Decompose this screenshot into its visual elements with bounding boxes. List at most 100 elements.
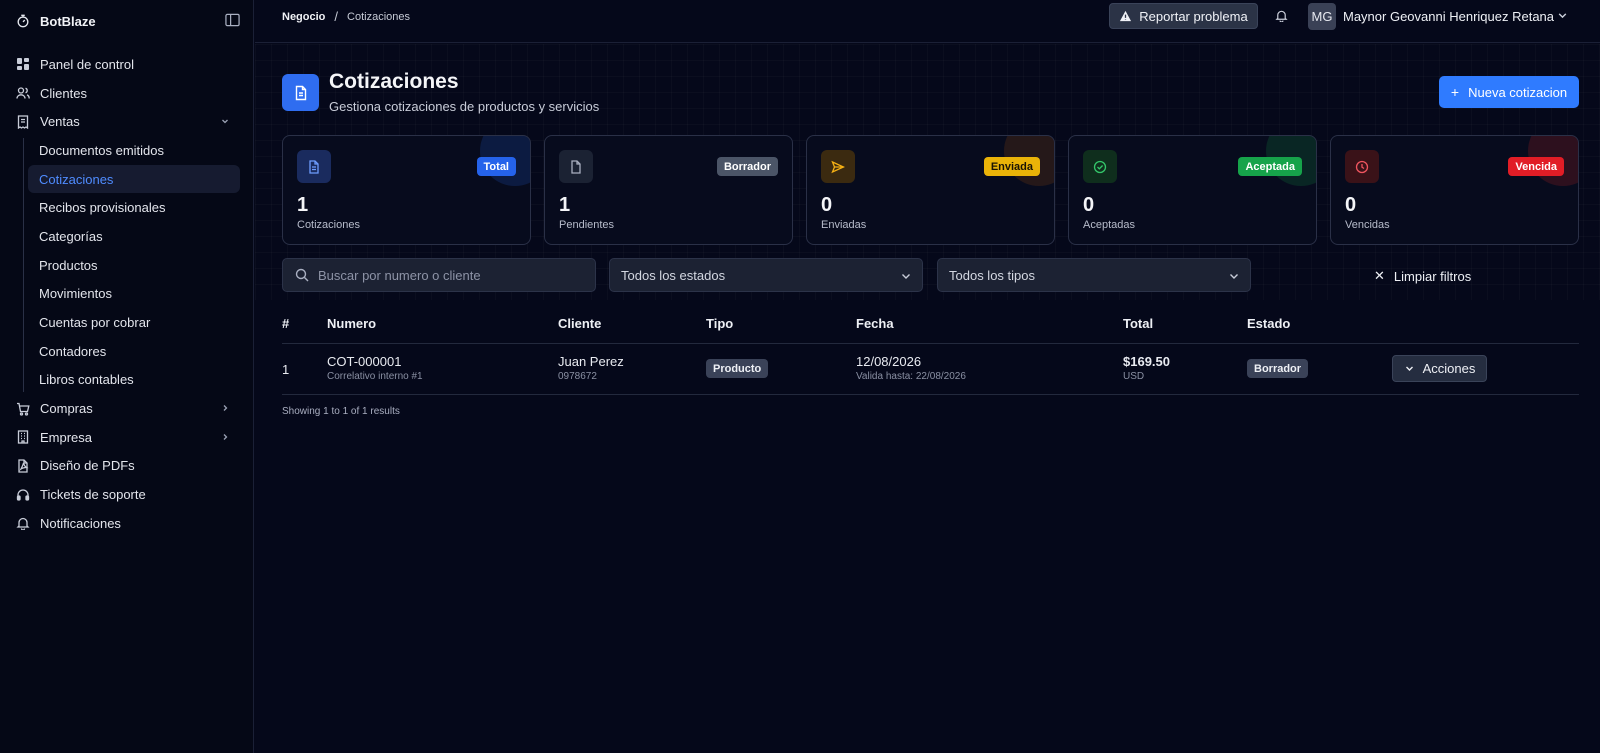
- sidebar-item-notificaciones[interactable]: Notificaciones: [0, 509, 254, 538]
- column-header-index: #: [282, 316, 290, 331]
- status-badge: Enviada: [983, 157, 1040, 176]
- sidebar-item-compras[interactable]: Compras: [0, 394, 254, 423]
- column-header-cliente[interactable]: Cliente: [558, 316, 601, 331]
- sidebar-item-ventas[interactable]: Ventas: [0, 107, 254, 136]
- sidebar-subitem-label: Documentos emitidos: [39, 142, 164, 158]
- sidebar-item-clientes[interactable]: Clientes: [0, 79, 254, 108]
- stat-value: 0: [1083, 194, 1095, 216]
- column-header-numero[interactable]: Numero: [327, 316, 376, 331]
- stat-card-borrador: Borrador 1 Pendientes: [544, 135, 793, 245]
- sidebar-subitem-productos[interactable]: Productos: [28, 251, 254, 280]
- sidebar-toggle-icon[interactable]: [225, 13, 240, 27]
- status-badge: Vencida: [1508, 157, 1564, 176]
- status-badge: Borrador: [716, 157, 778, 176]
- sidebar-subitem-cotizaciones[interactable]: Cotizaciones: [28, 164, 240, 194]
- sidebar-subitem-documentos[interactable]: Documentos emitidos: [28, 136, 254, 165]
- quote-number[interactable]: COT-000001: [327, 354, 401, 369]
- breadcrumb-item: Cotizaciones: [347, 10, 411, 23]
- warning-icon: [1120, 10, 1132, 21]
- status-select[interactable]: Todos los estados: [609, 258, 923, 292]
- sidebar-subitem-movimientos[interactable]: Movimientos: [28, 280, 254, 309]
- clock-icon: [1345, 150, 1379, 183]
- sidebar-subitem-cuentas[interactable]: Cuentas por cobrar: [28, 308, 254, 337]
- search-placeholder: Buscar por numero o cliente: [318, 267, 481, 283]
- sidebar-item-label: Clientes: [40, 85, 87, 101]
- quote-total: $169.50: [1123, 354, 1170, 369]
- sidebar-subitem-label: Cuentas por cobrar: [39, 315, 151, 331]
- column-header-total[interactable]: Total: [1123, 316, 1153, 331]
- sidebar-item-tickets[interactable]: Tickets de soporte: [0, 480, 254, 509]
- search-icon: [295, 268, 309, 282]
- stat-label: Vencidas: [1345, 219, 1390, 231]
- type-select[interactable]: Todos los tipos: [937, 258, 1251, 292]
- report-problem-label: Reportar problema: [1139, 8, 1248, 24]
- actions-button[interactable]: Acciones: [1392, 355, 1487, 382]
- users-icon: [16, 87, 30, 99]
- sidebar-subitem-recibos[interactable]: Recibos provisionales: [28, 193, 254, 222]
- sidebar-subitem-contadores[interactable]: Contadores: [28, 337, 254, 366]
- building-icon: [17, 430, 29, 444]
- sidebar-item-label: Panel de control: [40, 56, 134, 72]
- stat-label: Pendientes: [559, 219, 615, 231]
- pagination-summary: Showing 1 to 1 of 1 results: [282, 406, 400, 417]
- sidebar-subitem-libros[interactable]: Libros contables: [28, 366, 254, 395]
- clear-filters-button[interactable]: ✕ Limpiar filtros: [1374, 268, 1471, 284]
- page-title: Cotizaciones: [329, 70, 459, 93]
- column-header-estado[interactable]: Estado: [1247, 316, 1290, 331]
- logo-icon: [17, 14, 29, 28]
- send-icon: [821, 150, 855, 183]
- sidebar-subitem-label: Recibos provisionales: [39, 200, 166, 216]
- cart-icon: [17, 402, 30, 416]
- sidebar: BotBlaze Panel de control Clientes Venta…: [0, 0, 254, 753]
- sidebar-item-pdf[interactable]: Diseño de PDFs: [0, 452, 254, 481]
- quote-number-sub: Correlativo interno #1: [327, 371, 423, 382]
- sidebar-item-label: Compras: [40, 401, 93, 417]
- sidebar-item-label: Ventas: [40, 114, 80, 130]
- avatar[interactable]: MG: [1308, 3, 1336, 30]
- client-id: 0978672: [558, 371, 597, 382]
- search-input[interactable]: Buscar por numero o cliente: [282, 258, 596, 292]
- stat-card-total: Total 1 Cotizaciones: [282, 135, 531, 245]
- type-badge: Producto: [706, 359, 769, 378]
- column-header-tipo[interactable]: Tipo: [706, 316, 733, 331]
- sidebar-subitem-categorias[interactable]: Categorías: [28, 222, 254, 251]
- report-problem-button[interactable]: Reportar problema: [1109, 3, 1258, 29]
- breadcrumb-separator: /: [334, 9, 339, 24]
- stat-label: Cotizaciones: [297, 219, 360, 231]
- breadcrumb-item[interactable]: Negocio: [282, 11, 325, 23]
- actions-label: Acciones: [1422, 361, 1476, 376]
- document-icon: [297, 150, 331, 183]
- chevron-down-icon: [222, 119, 228, 124]
- chevron-right-icon: [223, 405, 228, 412]
- chevron-down-icon: [902, 274, 910, 279]
- type-select-value: Todos los tipos: [949, 267, 1035, 283]
- quote-valid-until: Valida hasta: 22/08/2026: [856, 371, 966, 382]
- sidebar-subitem-label: Contadores: [39, 343, 107, 359]
- stat-value: 0: [821, 194, 833, 216]
- sidebar-subitem-label: Categorías: [39, 228, 103, 244]
- table-divider: [282, 343, 1579, 344]
- sidebar-item-empresa[interactable]: Empresa: [0, 423, 254, 452]
- sidebar-item-panel[interactable]: Panel de control: [0, 50, 254, 79]
- sidebar-item-label: Tickets de soporte: [40, 487, 146, 503]
- receipt-icon: [17, 115, 29, 129]
- sidebar-nav: Panel de control Clientes Ventas Documen…: [0, 50, 254, 538]
- new-quote-label: Nueva cotizacion: [1468, 84, 1568, 100]
- sidebar-item-label: Notificaciones: [40, 515, 121, 531]
- notification-bell-icon[interactable]: [1275, 9, 1288, 22]
- status-badge: Total: [476, 157, 516, 176]
- status-badge: Aceptada: [1238, 157, 1302, 176]
- table-divider: [282, 394, 1579, 395]
- ventas-submenu: Documentos emitidos Cotizaciones Recibos…: [0, 136, 254, 394]
- stat-label: Aceptadas: [1083, 219, 1135, 231]
- new-quote-button[interactable]: + Nueva cotizacion: [1439, 76, 1579, 108]
- stat-label: Enviadas: [821, 219, 867, 231]
- document-icon: [282, 74, 319, 111]
- plus-icon: +: [1450, 84, 1460, 100]
- column-header-fecha[interactable]: Fecha: [856, 316, 894, 331]
- chevron-down-icon: [1405, 366, 1413, 371]
- chevron-down-icon[interactable]: [1557, 10, 1568, 21]
- brand[interactable]: BotBlaze: [16, 11, 240, 31]
- client-name: Juan Perez: [558, 354, 624, 369]
- user-name[interactable]: Maynor Geovanni Henriquez Retana: [1343, 9, 1554, 24]
